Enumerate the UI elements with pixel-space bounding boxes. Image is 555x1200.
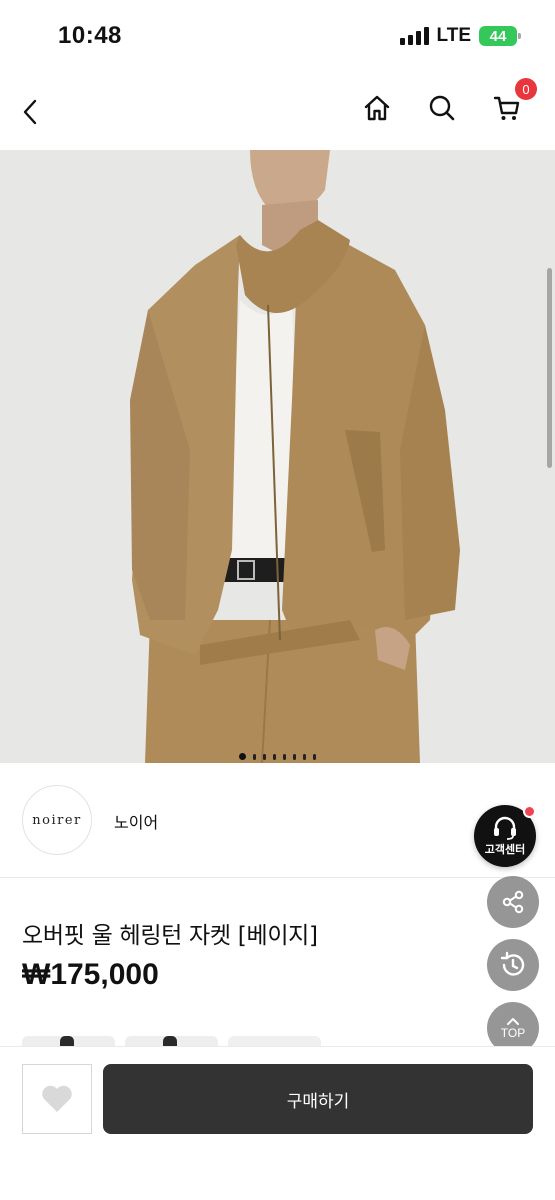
home-button[interactable] [355, 86, 399, 130]
cart-button[interactable]: 0 [485, 78, 537, 130]
carousel-dot [303, 753, 306, 760]
brand-row[interactable]: noirer 노이어 [0, 763, 555, 878]
cart-count-badge: 0 [515, 78, 537, 100]
back-button[interactable] [8, 90, 52, 134]
heart-icon [42, 1085, 72, 1112]
product-image-carousel[interactable] [0, 150, 555, 763]
carousel-dot [253, 753, 256, 760]
top-nav: 0 [0, 72, 555, 150]
status-time: 10:48 [58, 22, 122, 49]
carousel-dots [0, 753, 555, 760]
scrollbar[interactable] [547, 268, 552, 468]
history-icon [500, 951, 525, 976]
notification-dot [523, 805, 536, 818]
search-button[interactable] [420, 86, 464, 130]
buy-button[interactable]: 구매하기 [103, 1064, 533, 1134]
product-photo [0, 150, 555, 763]
chevron-up-icon [507, 1017, 519, 1025]
brand-logo-text: noirer [32, 812, 82, 828]
home-icon [364, 95, 390, 121]
customer-center-label: 고객센터 [484, 842, 526, 856]
brand-logo[interactable]: noirer [22, 785, 92, 855]
customer-center-button[interactable]: 고객센터 [474, 805, 536, 867]
carousel-dot [273, 753, 276, 760]
carousel-dot [293, 753, 296, 760]
brand-name[interactable]: 노이어 [114, 809, 158, 833]
signal-icon [399, 27, 429, 45]
search-icon [429, 95, 455, 121]
product-title: 오버핏 울 헤링턴 자켓 [베이지] [22, 923, 318, 949]
product-price: ₩175,000 [22, 958, 159, 991]
carousel-dot [313, 753, 316, 760]
headset-icon [494, 816, 516, 840]
cart-icon [493, 96, 520, 120]
recent-history-button[interactable] [487, 939, 539, 991]
chevron-left-icon [23, 99, 37, 125]
network-type: LTE [436, 25, 471, 46]
like-button[interactable] [22, 1064, 92, 1134]
status-indicators: LTE 44 [399, 25, 521, 47]
battery-icon: 44 [479, 26, 521, 46]
bottom-action-bar: 구매하기 [0, 1046, 555, 1200]
carousel-dot-active [239, 753, 246, 760]
share-button[interactable] [487, 876, 539, 928]
status-bar: 10:48 LTE 44 [0, 0, 555, 72]
battery-level: 44 [489, 27, 507, 45]
carousel-dot [263, 753, 266, 760]
scroll-top-label: TOP [500, 1025, 526, 1040]
carousel-dot [283, 753, 286, 760]
share-icon [502, 890, 524, 914]
